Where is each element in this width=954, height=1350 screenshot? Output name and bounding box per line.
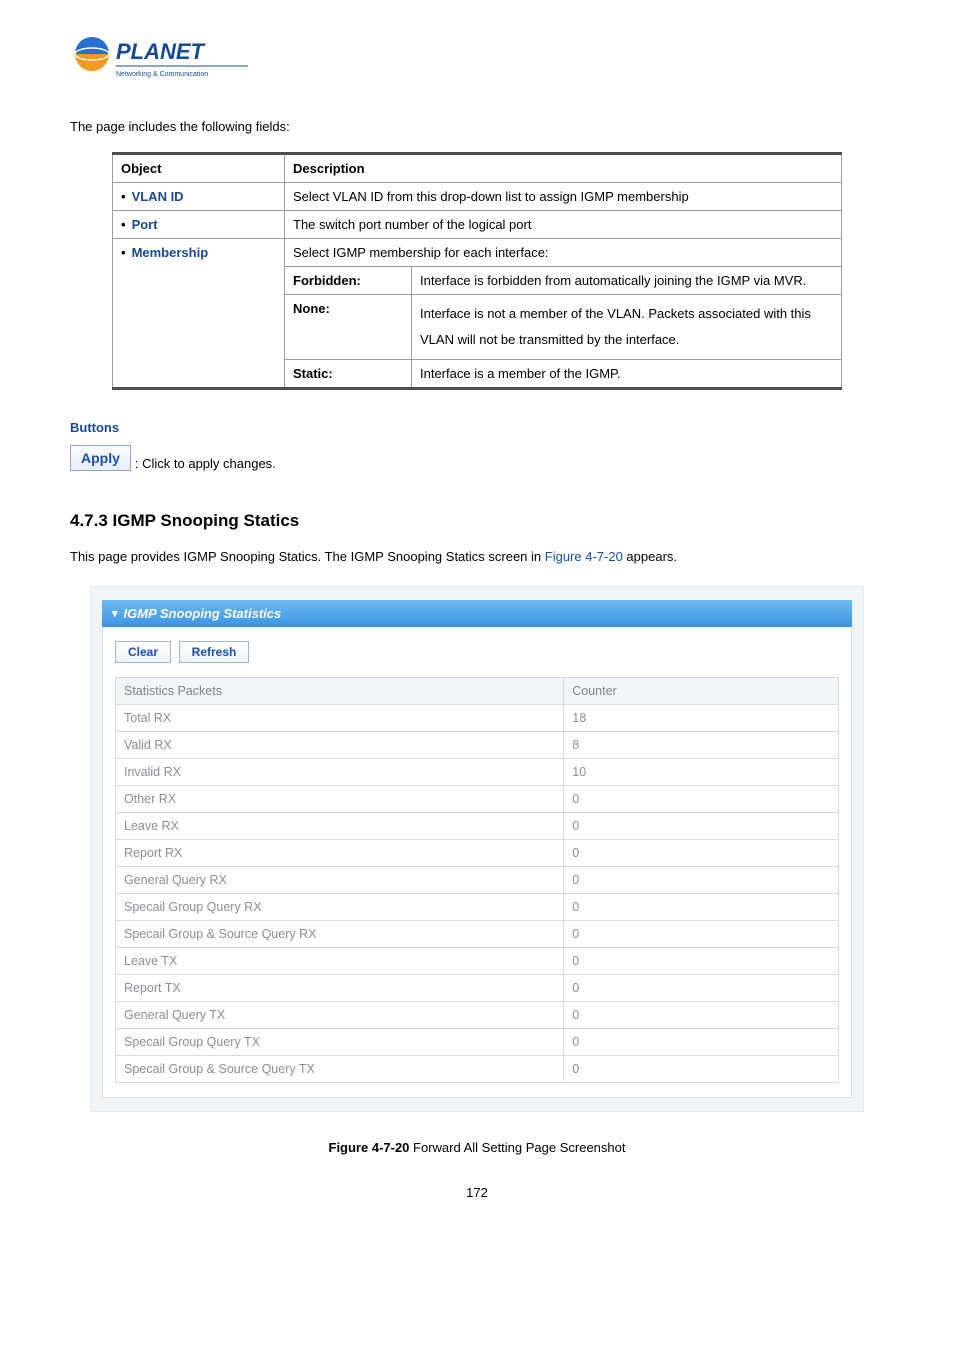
th-packets: Statistics Packets (116, 678, 564, 705)
stat-label: Leave TX (116, 948, 564, 975)
table-row: Specail Group Query RX0 (116, 894, 839, 921)
panel-header[interactable]: ▾ IGMP Snooping Statistics (102, 600, 852, 627)
row-port: •Port The switch port number of the logi… (113, 211, 842, 239)
stat-label: Report RX (116, 840, 564, 867)
table-row: Valid RX8 (116, 732, 839, 759)
table-row: Other RX0 (116, 786, 839, 813)
stat-label: Specail Group & Source Query RX (116, 921, 564, 948)
figure-ref-link[interactable]: Figure 4-7-20 (545, 549, 623, 564)
stat-label: General Query RX (116, 867, 564, 894)
stat-value: 0 (564, 894, 839, 921)
stat-value: 18 (564, 705, 839, 732)
stat-label: Total RX (116, 705, 564, 732)
stat-value: 0 (564, 840, 839, 867)
table-row: Specail Group & Source Query TX0 (116, 1056, 839, 1083)
statistics-table: Statistics Packets Counter Total RX18Val… (115, 677, 839, 1083)
table-row: General Query RX0 (116, 867, 839, 894)
stat-value: 0 (564, 975, 839, 1002)
stat-label: Specail Group & Source Query TX (116, 1056, 564, 1083)
stat-value: 0 (564, 813, 839, 840)
stat-value: 10 (564, 759, 839, 786)
stat-value: 0 (564, 1029, 839, 1056)
stat-label: Specail Group Query TX (116, 1029, 564, 1056)
th-counter: Counter (564, 678, 839, 705)
stat-value: 0 (564, 1056, 839, 1083)
stat-value: 0 (564, 921, 839, 948)
apply-button[interactable]: Apply (70, 445, 131, 471)
table-row: General Query TX0 (116, 1002, 839, 1029)
stat-label: Valid RX (116, 732, 564, 759)
stat-value: 8 (564, 732, 839, 759)
table-row: Specail Group Query TX0 (116, 1029, 839, 1056)
table-row: Leave RX0 (116, 813, 839, 840)
table-row: Specail Group & Source Query RX0 (116, 921, 839, 948)
collapse-icon: ▾ (112, 607, 118, 620)
table-row: Leave TX0 (116, 948, 839, 975)
clear-button[interactable]: Clear (115, 641, 171, 663)
figure-caption: Figure 4-7-20 Forward All Setting Page S… (70, 1140, 884, 1155)
section-heading: 4.7.3 IGMP Snooping Statics (70, 511, 884, 531)
stat-label: Leave RX (116, 813, 564, 840)
table-row: Invalid RX10 (116, 759, 839, 786)
row-vlan-id: •VLAN ID Select VLAN ID from this drop-d… (113, 183, 842, 211)
panel-title: IGMP Snooping Statistics (124, 606, 282, 621)
object-description-table: Object Description •VLAN ID Select VLAN … (112, 152, 842, 390)
stat-value: 0 (564, 867, 839, 894)
page-number: 172 (70, 1185, 884, 1200)
stat-label: Report TX (116, 975, 564, 1002)
table-row: Report TX0 (116, 975, 839, 1002)
section-intro: This page provides IGMP Snooping Statics… (70, 549, 884, 564)
stat-label: Specail Group Query RX (116, 894, 564, 921)
screenshot-panel: ▾ IGMP Snooping Statistics Clear Refresh… (90, 586, 864, 1112)
th-object: Object (113, 154, 285, 183)
stat-value: 0 (564, 1002, 839, 1029)
buttons-heading: Buttons (70, 420, 884, 435)
table-row: Report RX0 (116, 840, 839, 867)
stat-value: 0 (564, 948, 839, 975)
logo-sub-text: Networking & Communication (116, 71, 208, 78)
stat-label: Invalid RX (116, 759, 564, 786)
refresh-button[interactable]: Refresh (179, 641, 250, 663)
row-membership: •Membership Select IGMP membership for e… (113, 239, 842, 267)
apply-desc: : Click to apply changes. (135, 456, 276, 471)
table-row: Total RX18 (116, 705, 839, 732)
intro-text: The page includes the following fields: (70, 119, 884, 134)
brand-logo: PLANET Networking & Communication (70, 30, 884, 89)
stat-value: 0 (564, 786, 839, 813)
stat-label: General Query TX (116, 1002, 564, 1029)
logo-brand-text: PLANET (116, 39, 206, 64)
th-description: Description (285, 154, 842, 183)
stat-label: Other RX (116, 786, 564, 813)
